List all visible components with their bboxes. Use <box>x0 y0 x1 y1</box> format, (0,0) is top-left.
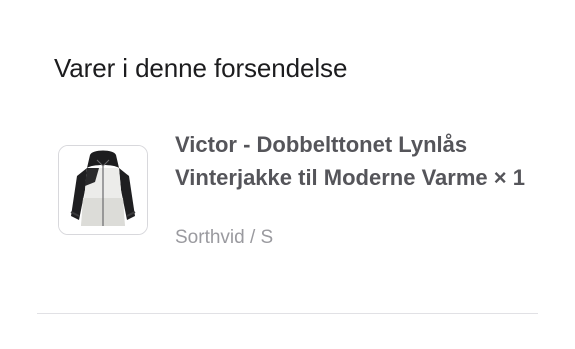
shipment-items-panel: Varer i denne forsendelse Victor - Dobbe… <box>0 0 575 349</box>
item-title: Victor - Dobbelttonet Lynlås Vinterjakke… <box>175 132 525 190</box>
divider <box>37 313 538 314</box>
jacket-product-image <box>59 146 147 234</box>
item-variant: Sorthvid / S <box>175 227 274 248</box>
shipment-item: Victor - Dobbelttonet Lynlås Vinterjakke… <box>57 128 537 258</box>
section-title: Varer i denne forsendelse <box>54 53 348 83</box>
product-thumbnail <box>58 145 148 235</box>
